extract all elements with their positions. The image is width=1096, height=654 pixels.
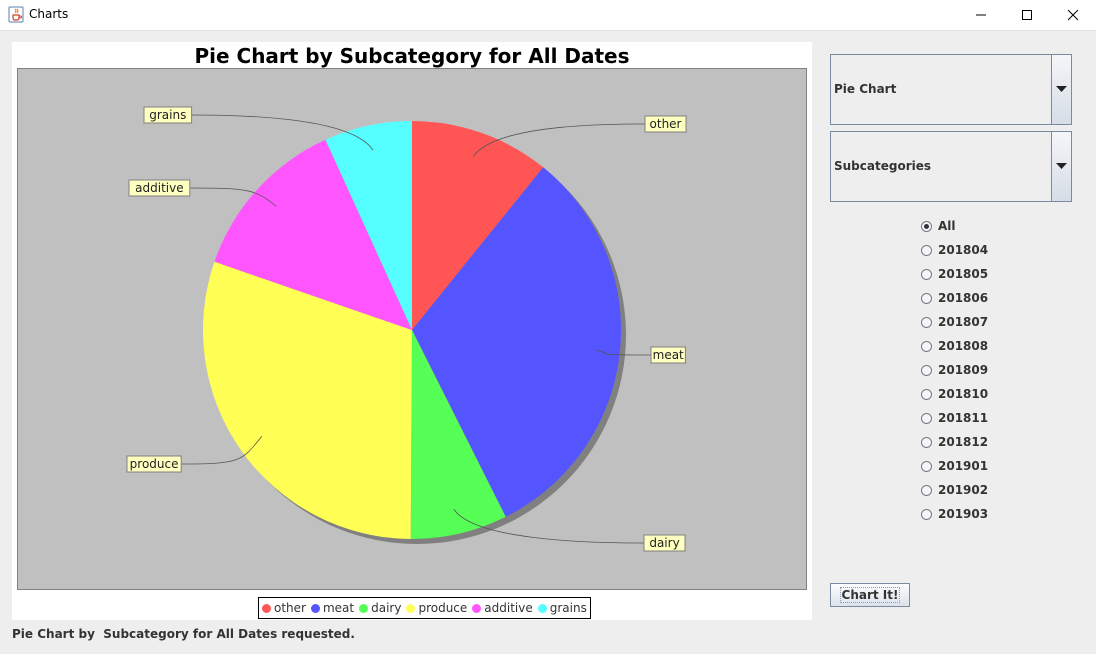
radio-label: 201811 <box>938 411 989 425</box>
legend-label-additive: additive <box>484 601 533 615</box>
radio-label: 201812 <box>938 435 989 449</box>
radio-label: 201903 <box>938 507 989 521</box>
slice-label-additive: additive <box>135 181 183 195</box>
chevron-down-icon <box>1056 163 1067 169</box>
legend-label-produce: produce <box>418 601 468 615</box>
legend-item-additive: additive <box>472 601 533 615</box>
legend-item-grains: grains <box>537 601 587 615</box>
slice-label-dairy: dairy <box>649 536 679 550</box>
radio-button-icon[interactable] <box>921 220 932 232</box>
date-radio-201812[interactable]: 201812 <box>921 433 988 451</box>
radio-button-icon[interactable] <box>921 388 932 400</box>
date-radio-201808[interactable]: 201808 <box>921 337 988 355</box>
legend-label-meat: meat <box>322 601 355 615</box>
date-radio-201809[interactable]: 201809 <box>921 361 988 379</box>
radio-button-icon[interactable] <box>921 268 932 280</box>
legend-item-dairy: dairy <box>359 601 401 615</box>
radio-label: 201806 <box>938 291 989 305</box>
minimize-icon <box>976 14 986 16</box>
radio-label: 201901 <box>938 459 989 473</box>
maximize-button[interactable] <box>1004 0 1050 30</box>
radio-button-icon[interactable] <box>921 460 932 472</box>
slice-label-produce: produce <box>130 457 179 471</box>
date-radio-201805[interactable]: 201805 <box>921 265 988 283</box>
radio-button-icon[interactable] <box>921 484 932 496</box>
radio-label: 201805 <box>938 267 989 281</box>
slice-label-meat: meat <box>653 348 684 362</box>
chart-type-selected: Pie Chart <box>834 82 897 96</box>
chart-legend: other meat dairy produce additive grains <box>258 597 591 619</box>
radio-label: 201810 <box>938 387 989 401</box>
legend-swatch-grains <box>537 603 547 613</box>
radio-label: 201808 <box>938 339 989 353</box>
chart-it-label: Chart It! <box>839 587 901 603</box>
radio-label: 201807 <box>938 315 989 329</box>
slice-label-grains: grains <box>149 108 186 122</box>
date-radio-201902[interactable]: 201902 <box>921 481 988 499</box>
radio-button-icon[interactable] <box>921 508 932 520</box>
grouping-selected: Subcategories <box>834 159 932 173</box>
java-app-icon <box>8 6 24 23</box>
chevron-down-icon <box>1056 86 1067 92</box>
legend-item-produce: produce <box>406 601 467 615</box>
legend-swatch-meat <box>310 603 320 613</box>
date-radio-201901[interactable]: 201901 <box>921 457 988 475</box>
date-radio-201810[interactable]: 201810 <box>921 385 988 403</box>
date-radio-201807[interactable]: 201807 <box>921 313 988 331</box>
legend-label-dairy: dairy <box>371 601 402 615</box>
radio-button-icon[interactable] <box>921 436 932 448</box>
minimize-button[interactable] <box>958 0 1004 30</box>
legend-item-meat: meat <box>310 601 355 615</box>
legend-swatch-additive <box>472 603 482 613</box>
legend-swatch-dairy <box>359 603 369 613</box>
radio-label: 201809 <box>938 363 989 377</box>
radio-button-icon[interactable] <box>921 412 932 424</box>
date-radio-201806[interactable]: 201806 <box>921 289 988 307</box>
date-radio-201804[interactable]: 201804 <box>921 241 988 259</box>
close-button[interactable] <box>1050 0 1096 30</box>
legend-item-other: other <box>262 601 306 615</box>
maximize-icon <box>1022 10 1032 20</box>
legend-swatch-other <box>262 603 271 613</box>
grouping-dropdown[interactable]: Subcategories <box>830 131 1072 202</box>
chart-type-dropdown[interactable]: Pie Chart <box>830 54 1072 125</box>
date-radio-201811[interactable]: 201811 <box>921 409 988 427</box>
legend-swatch-produce <box>406 603 416 613</box>
grouping-dropdown-arrow[interactable] <box>1051 132 1071 201</box>
slice-label-other: other <box>650 117 682 131</box>
radio-label: 201902 <box>938 483 989 497</box>
status-message: Pie Chart by Subcategory for All Dates r… <box>12 627 355 641</box>
radio-button-icon[interactable] <box>921 292 932 304</box>
radio-button-icon[interactable] <box>921 364 932 376</box>
radio-label: 201804 <box>938 243 989 257</box>
chart-it-button[interactable]: Chart It! <box>830 583 910 607</box>
radio-button-icon[interactable] <box>921 244 932 256</box>
date-radio-all[interactable]: All <box>921 217 956 235</box>
legend-label-grains: grains <box>549 601 587 615</box>
window-title: Charts <box>29 7 69 21</box>
radio-label: All <box>938 219 956 233</box>
close-icon <box>1067 9 1079 21</box>
radio-button-icon[interactable] <box>921 340 932 352</box>
chart-title: Pie Chart by Subcategory for All Dates <box>194 44 630 68</box>
chart-type-dropdown-arrow[interactable] <box>1051 55 1071 124</box>
window-titlebar: Charts <box>0 0 1096 31</box>
legend-label-other: other <box>274 601 306 615</box>
radio-button-icon[interactable] <box>921 316 932 328</box>
date-radio-201903[interactable]: 201903 <box>921 505 988 523</box>
